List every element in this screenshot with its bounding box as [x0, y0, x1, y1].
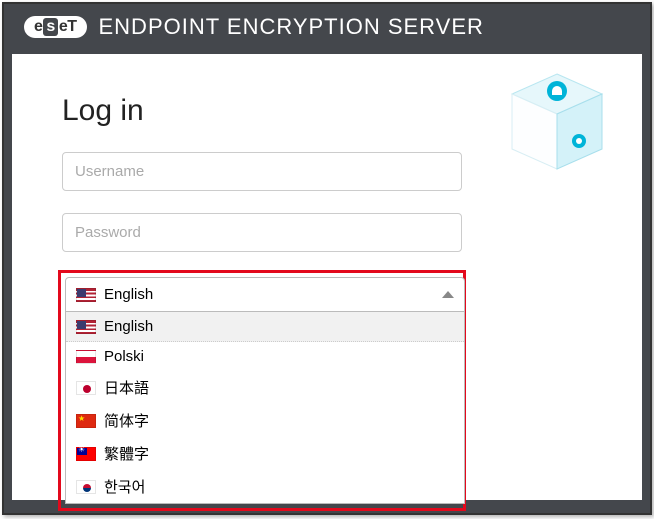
language-option-japanese[interactable]: 日本語 [66, 371, 464, 404]
flag-icon-us [76, 320, 96, 334]
flag-icon-jp [76, 381, 96, 395]
username-input[interactable] [62, 152, 462, 191]
flag-icon-cn [76, 414, 96, 428]
language-option-label: 한국어 [104, 476, 145, 497]
language-select[interactable]: English [65, 277, 465, 312]
content-panel: Log in English English [12, 54, 642, 500]
language-option-english[interactable]: English [66, 312, 464, 342]
brand-letter: e [34, 18, 42, 36]
language-option-label: 日本語 [104, 377, 149, 398]
flag-icon-kr [76, 480, 96, 494]
language-dropdown-list: English Polski 日本語 简体字 繁體字 [65, 312, 465, 504]
product-cube-icon [502, 69, 612, 179]
language-option-korean[interactable]: 한국어 [66, 470, 464, 503]
header: eseT ENDPOINT ENCRYPTION SERVER [4, 4, 650, 50]
password-input[interactable] [62, 213, 462, 252]
brand-letter: e [59, 18, 67, 36]
flag-icon-tw [76, 447, 96, 461]
language-option-label: 繁體字 [104, 443, 149, 464]
language-option-label: 简体字 [104, 410, 149, 431]
brand-letter: T [67, 18, 76, 36]
language-option-polski[interactable]: Polski [66, 342, 464, 371]
language-selector-highlight: English English Polski 日本語 [58, 270, 466, 511]
brand-letter: s [43, 18, 57, 36]
language-option-label: English [104, 318, 153, 335]
language-select-label: English [104, 286, 153, 303]
username-field-wrap [62, 152, 462, 191]
brand-logo: eseT [24, 16, 87, 38]
flag-icon-us [76, 288, 96, 302]
app-window: eseT ENDPOINT ENCRYPTION SERVER Log in [2, 2, 652, 515]
language-option-simplified-chinese[interactable]: 简体字 [66, 404, 464, 437]
language-option-label: Polski [104, 348, 144, 365]
language-option-traditional-chinese[interactable]: 繁體字 [66, 437, 464, 470]
flag-icon-pl [76, 350, 96, 364]
password-field-wrap [62, 213, 462, 252]
chevron-up-icon [442, 291, 454, 298]
header-title: ENDPOINT ENCRYPTION SERVER [99, 14, 484, 40]
